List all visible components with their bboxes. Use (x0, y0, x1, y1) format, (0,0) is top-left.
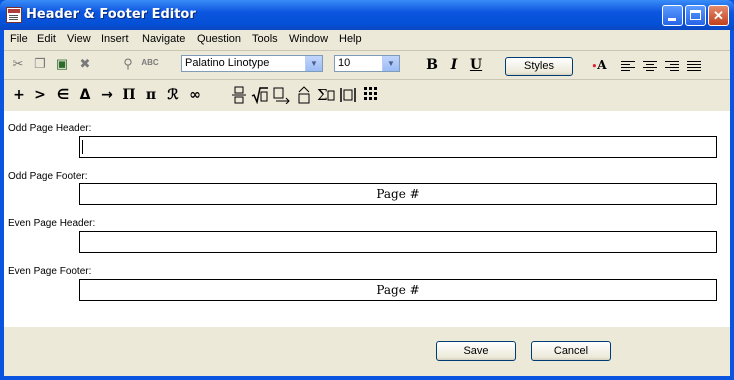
subscript-template-icon[interactable] (273, 86, 291, 105)
maximize-icon (690, 10, 701, 20)
plus-symbol-button[interactable]: + (10, 86, 28, 104)
app-icon (6, 7, 22, 23)
menu-help[interactable]: Help (339, 33, 362, 45)
minimize-icon (668, 18, 676, 21)
fields-panel: Odd Page Header: Odd Page Footer: Page #… (4, 111, 730, 327)
spellcheck-icon[interactable]: ABC (141, 54, 159, 72)
formatting-toolbar: ✂ ❐ ▣ ✖ ⚲ ABC Palatino Linotype ▼ 10 ▼ B… (4, 52, 730, 78)
dialog-footer: Save Cancel (4, 327, 730, 376)
menu-tools[interactable]: Tools (252, 33, 278, 45)
odd-header-label: Odd Page Header: (8, 123, 92, 134)
save-button[interactable]: Save (436, 341, 516, 361)
delta-symbol-button[interactable]: Δ (76, 86, 94, 104)
menu-bar: File Edit View Insert Navigate Question … (4, 30, 730, 49)
even-header-field[interactable] (79, 231, 717, 253)
svg-text:Σ: Σ (317, 86, 328, 104)
odd-footer-field[interactable]: Page # (79, 183, 717, 205)
menu-insert[interactable]: Insert (101, 33, 129, 45)
window-title: Header & Footer Editor (26, 7, 196, 22)
close-button[interactable]: ✕ (708, 5, 729, 26)
fraction-template-icon[interactable] (230, 86, 248, 104)
align-right-icon[interactable] (665, 61, 679, 73)
even-footer-label: Even Page Footer: (8, 266, 92, 277)
radical-template-icon[interactable] (251, 86, 269, 105)
styles-button[interactable]: Styles (505, 57, 573, 76)
align-center-icon[interactable] (643, 61, 657, 73)
window-body: File Edit View Insert Navigate Question … (4, 30, 730, 376)
pi-symbol-button[interactable]: π (142, 86, 160, 104)
paste-icon[interactable]: ▣ (53, 55, 71, 73)
cut-icon[interactable]: ✂ (9, 55, 27, 73)
element-of-symbol-button[interactable]: ∈ (54, 86, 72, 104)
font-size-value: 10 (338, 57, 351, 69)
maximize-button[interactable] (685, 5, 706, 26)
even-footer-field[interactable]: Page # (79, 279, 717, 301)
accent-template-icon[interactable] (295, 86, 313, 104)
menu-file[interactable]: File (10, 33, 28, 45)
title-bar[interactable]: Header & Footer Editor ✕ (0, 0, 734, 30)
real-set-symbol-button[interactable]: ℛ (164, 86, 182, 104)
odd-footer-label: Odd Page Footer: (8, 171, 88, 182)
matrix-template-icon[interactable] (362, 86, 380, 104)
bold-button[interactable]: B (423, 56, 441, 74)
text-color-icon[interactable]: •A (590, 56, 608, 74)
chevron-down-icon: ▼ (305, 56, 322, 71)
font-family-select[interactable]: Palatino Linotype ▼ (181, 55, 323, 72)
header-footer-editor-window: Header & Footer Editor ✕ File Edit View … (0, 0, 734, 380)
font-size-select[interactable]: 10 ▼ (334, 55, 400, 72)
close-icon: ✕ (713, 8, 724, 23)
summation-template-icon[interactable]: Σ (317, 86, 335, 104)
greater-than-symbol-button[interactable]: > (31, 86, 49, 104)
minimize-button[interactable] (662, 5, 683, 26)
math-toolbar: + > ∈ Δ → Π π ℛ ∞ Σ (4, 82, 730, 108)
even-header-label: Even Page Header: (8, 218, 96, 229)
infinity-symbol-button[interactable]: ∞ (186, 86, 204, 104)
toolbar-divider (4, 79, 730, 80)
odd-header-field[interactable] (79, 136, 717, 158)
chevron-down-icon: ▼ (382, 56, 399, 71)
align-justify-icon[interactable] (687, 61, 701, 73)
odd-footer-value: Page # (376, 187, 420, 201)
delete-icon[interactable]: ✖ (76, 55, 94, 73)
align-left-icon[interactable] (621, 61, 635, 73)
italic-button[interactable]: I (445, 56, 463, 74)
find-icon[interactable]: ⚲ (119, 55, 137, 73)
menu-question[interactable]: Question (197, 33, 241, 45)
pi-product-symbol-button[interactable]: Π (120, 86, 138, 104)
underline-button[interactable]: U (467, 56, 485, 74)
menu-divider (4, 50, 730, 51)
menu-navigate[interactable]: Navigate (142, 33, 185, 45)
menu-view[interactable]: View (67, 33, 91, 45)
bracket-template-icon[interactable] (339, 86, 357, 104)
arrow-symbol-button[interactable]: → (98, 86, 116, 104)
even-footer-value: Page # (376, 283, 420, 297)
menu-window[interactable]: Window (289, 33, 328, 45)
copy-icon[interactable]: ❐ (31, 55, 49, 73)
menu-edit[interactable]: Edit (37, 33, 56, 45)
font-family-value: Palatino Linotype (185, 57, 270, 69)
text-caret (82, 140, 83, 154)
cancel-button[interactable]: Cancel (531, 341, 611, 361)
